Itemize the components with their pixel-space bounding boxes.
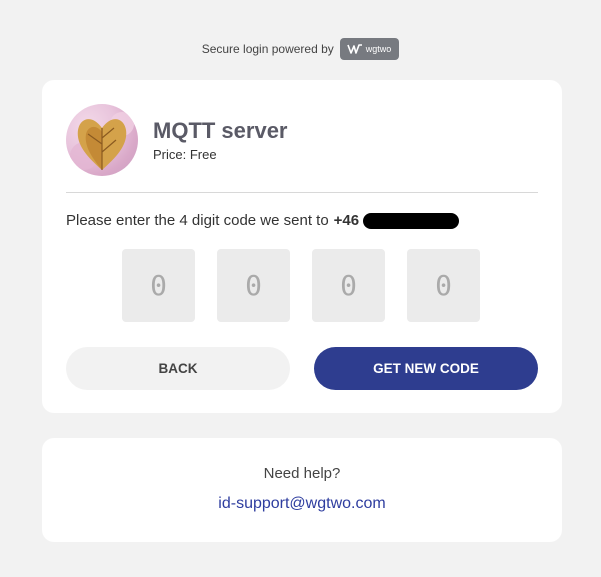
app-price: Price: Free	[153, 147, 217, 162]
code-digit-1[interactable]	[122, 249, 195, 322]
help-question: Need help?	[263, 465, 341, 482]
wgtwo-logo-icon	[347, 44, 362, 54]
redacted-phone-number	[363, 212, 460, 229]
code-prompt-text: Please enter the 4 digit code we sent to	[66, 212, 329, 229]
help-card: Need help? id-support@wgtwo.com	[42, 438, 562, 542]
support-email-link[interactable]: id-support@wgtwo.com	[218, 495, 385, 513]
leaf-heart-icon	[70, 112, 134, 170]
brand-name: wgtwo	[365, 44, 392, 54]
powered-by-label: Secure login powered by	[201, 42, 334, 56]
verification-card: MQTT server Price: Free Please enter the…	[42, 80, 562, 413]
back-button[interactable]: BACK	[66, 347, 290, 390]
code-prompt: Please enter the 4 digit code we sent to…	[66, 212, 460, 229]
wgtwo-logo[interactable]: wgtwo	[339, 38, 400, 60]
code-digit-4[interactable]	[407, 249, 480, 322]
divider	[66, 192, 538, 193]
code-digit-3[interactable]	[312, 249, 385, 322]
app-avatar	[66, 104, 138, 176]
get-new-code-button[interactable]: GET NEW CODE	[314, 347, 538, 390]
powered-by-bar: Secure login powered by wgtwo	[0, 38, 601, 60]
code-digit-2[interactable]	[217, 249, 290, 322]
phone-prefix: +46	[333, 212, 360, 229]
code-input-group	[122, 249, 480, 322]
app-title: MQTT server	[153, 118, 288, 143]
